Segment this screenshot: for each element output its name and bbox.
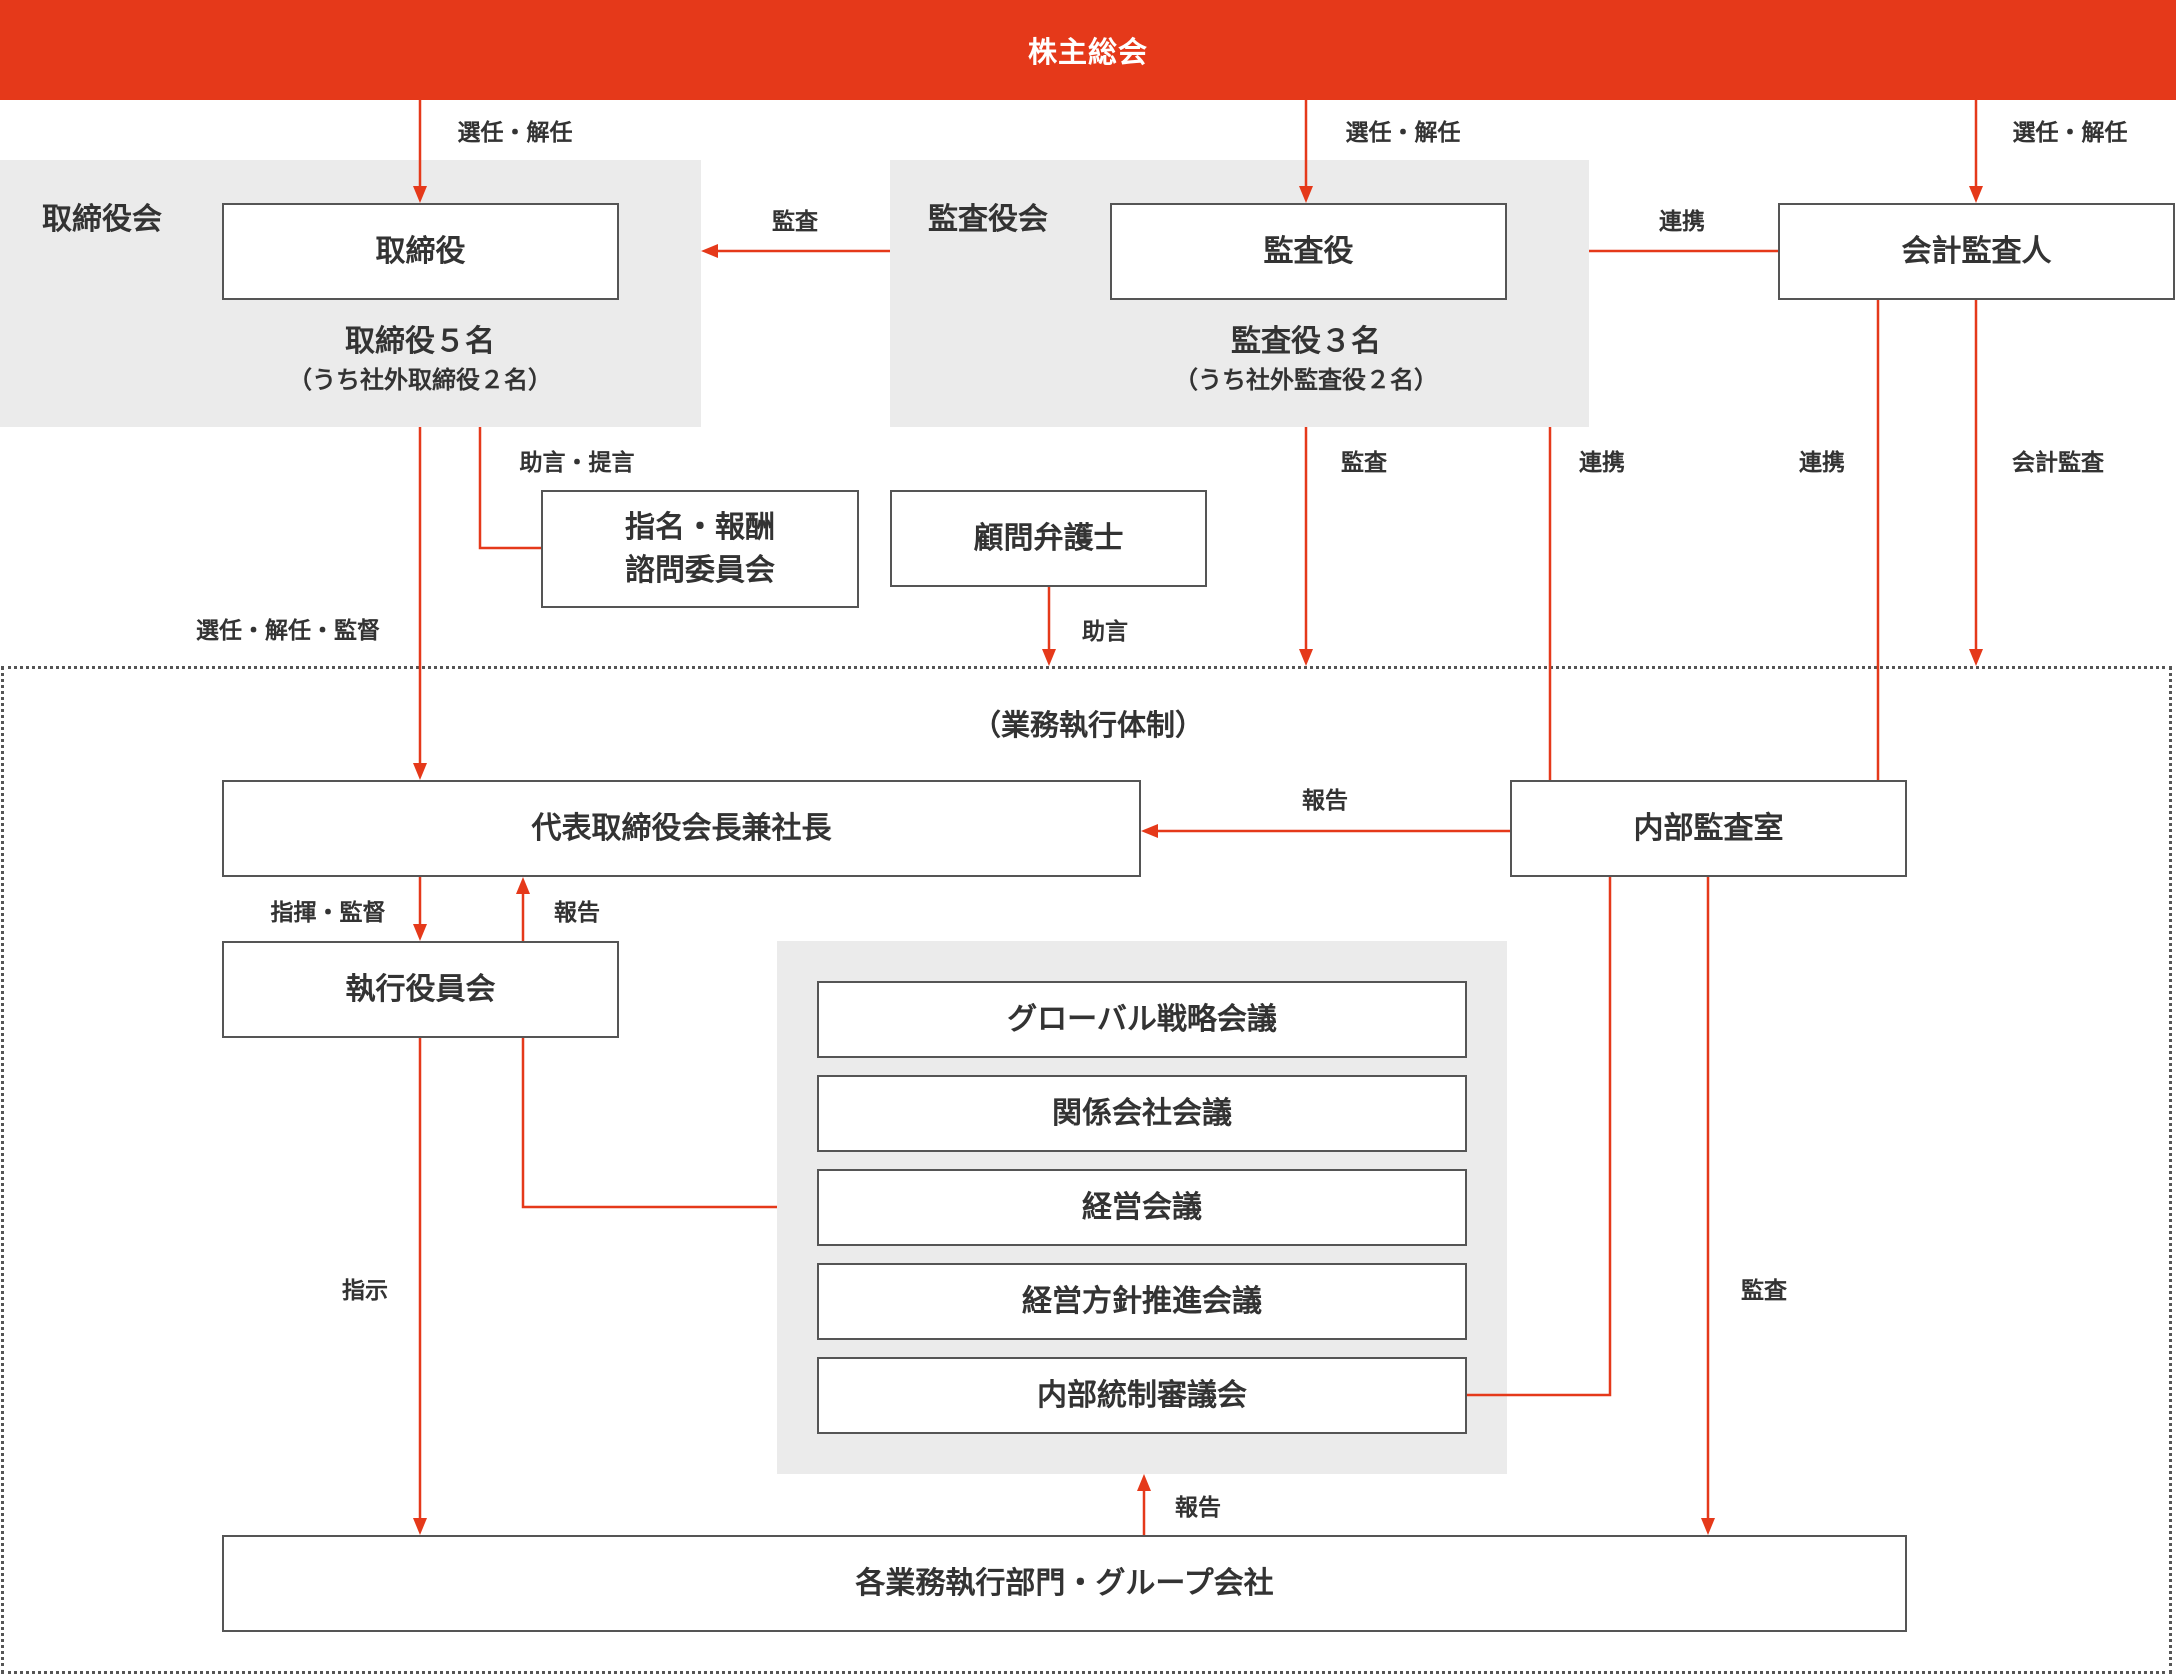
nomination-committee-box: 指名・報酬 諮問委員会 <box>541 490 859 608</box>
meeting-item: グローバル戦略会議 <box>817 981 1467 1058</box>
legal-advisor-label: 顧問弁護士 <box>973 520 1124 556</box>
arrowhead-down-icon <box>1969 649 1983 666</box>
internal-audit-label: 内部監査室 <box>1633 810 1784 846</box>
directors-count: 取締役５名 <box>345 324 495 359</box>
edge-label-advice: 助言 <box>1082 619 1128 645</box>
meeting-item-label: 内部統制審議会 <box>1037 1377 1247 1413</box>
nomination-committee-line1: 指名・報酬 <box>625 509 775 545</box>
auditors-box-label: 監査役 <box>1263 233 1354 269</box>
edge-label-audit-execution: 監査 <box>1341 450 1387 476</box>
divisions-box: 各業務執行部門・グループ会社 <box>222 1535 1907 1632</box>
meeting-item: 関係会社会議 <box>817 1075 1467 1152</box>
edge-label-accounting-audit: 会計監査 <box>2012 450 2104 476</box>
meeting-item-label: グローバル戦略会議 <box>1007 1001 1277 1037</box>
meeting-item: 経営会議 <box>817 1169 1467 1246</box>
shareholders-meeting-bar: 株主総会 <box>0 0 2176 100</box>
meeting-item-label: 経営方針推進会議 <box>1022 1283 1262 1319</box>
directors-count-detail: （うち社外取締役２名） <box>288 366 552 394</box>
edge-label-direct-supervise: 指揮・監督 <box>270 900 386 926</box>
meeting-item: 内部統制審議会 <box>817 1357 1467 1434</box>
president-box: 代表取締役会長兼社長 <box>222 780 1141 877</box>
arrowhead-down-icon <box>1042 649 1056 666</box>
legal-advisor-box: 顧問弁護士 <box>890 490 1207 587</box>
accounting-auditor-box: 会計監査人 <box>1778 203 2175 300</box>
auditors-count-detail: （うち社外監査役２名） <box>1174 366 1438 394</box>
edge-label-instruct: 指示 <box>342 1278 388 1304</box>
meeting-item-label: 関係会社会議 <box>1052 1095 1232 1131</box>
arrowhead-down-icon <box>1299 649 1313 666</box>
edge-label-report-exec: 報告 <box>554 900 600 926</box>
execution-system-title: （業務執行体制） <box>971 708 1205 742</box>
edge-label-report-divisions: 報告 <box>1175 1495 1221 1521</box>
executive-committee-box: 執行役員会 <box>222 941 619 1038</box>
directors-box-label: 取締役 <box>375 233 466 269</box>
meeting-item-label: 経営会議 <box>1082 1189 1202 1225</box>
internal-audit-box: 内部監査室 <box>1510 780 1907 877</box>
edge-label-elect-board: 選任・解任 <box>457 120 573 146</box>
nomination-committee-line2: 諮問委員会 <box>625 553 775 588</box>
arrowhead-down-icon <box>1969 186 1983 203</box>
board-of-directors-label: 取締役会 <box>42 202 162 237</box>
edge-label-cooperate-internal2: 連携 <box>1799 450 1845 476</box>
edge-label-cooperate-internal1: 連携 <box>1579 450 1625 476</box>
auditors-box: 監査役 <box>1110 203 1507 300</box>
shareholders-meeting-label: 株主総会 <box>1027 35 1148 69</box>
edge-label-cooperate-top: 連携 <box>1659 209 1705 235</box>
auditors-count: 監査役３名 <box>1231 324 1381 359</box>
accounting-auditor-label: 会計監査人 <box>1901 233 2052 269</box>
audit-board-label: 監査役会 <box>928 202 1048 237</box>
president-label: 代表取締役会長兼社長 <box>531 810 832 846</box>
edge-label-report-internal: 報告 <box>1302 788 1348 814</box>
edge-label-audit-divisions: 監査 <box>1741 1278 1787 1304</box>
edge-label-elect-accounting: 選任・解任 <box>2012 120 2128 146</box>
edge-label-elect-supervise: 選任・解任・監督 <box>196 618 380 644</box>
divisions-label: 各業務執行部門・グループ会社 <box>855 1565 1274 1601</box>
arrowhead-left-icon <box>701 244 718 258</box>
edge-label-advice-proposal: 助言・提言 <box>519 450 635 476</box>
edge-label-audit-board: 監査 <box>772 209 818 235</box>
executive-committee-label: 執行役員会 <box>345 971 496 1007</box>
directors-box: 取締役 <box>222 203 619 300</box>
edge-label-elect-auditor: 選任・解任 <box>1345 120 1461 146</box>
meeting-item: 経営方針推進会議 <box>817 1263 1467 1340</box>
